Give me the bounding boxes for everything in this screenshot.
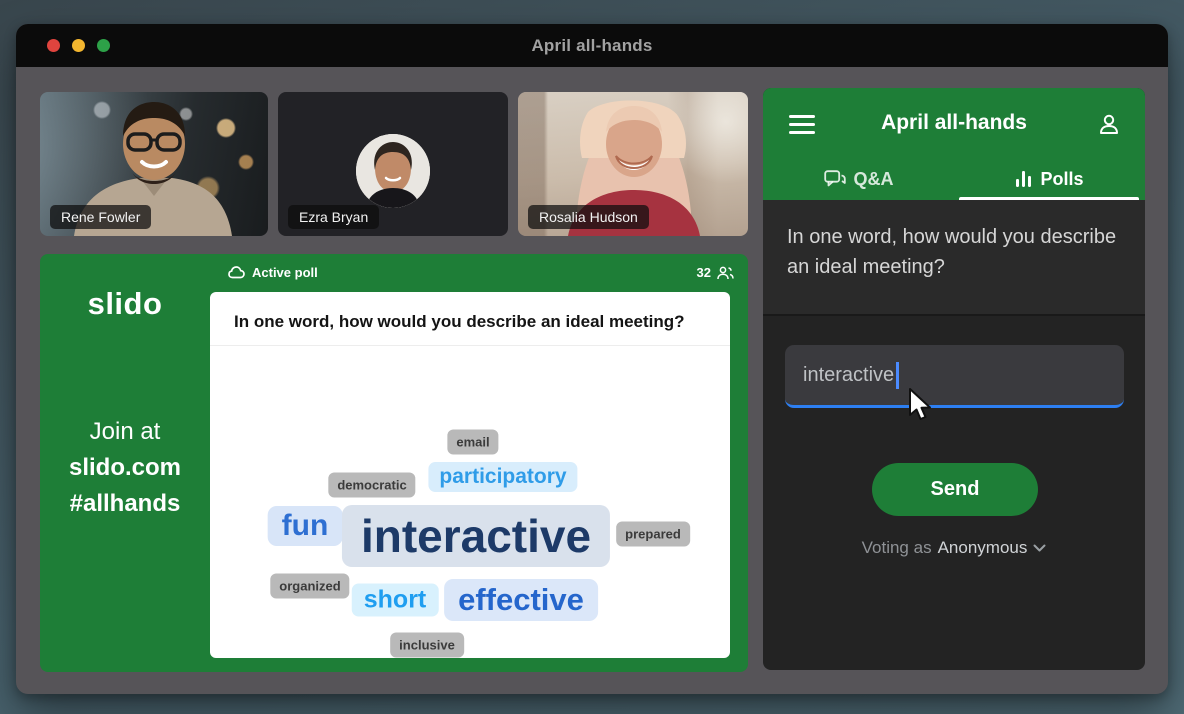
close-window-button[interactable] — [47, 39, 60, 52]
join-url: slido.com — [40, 450, 210, 486]
video-tile-rene[interactable]: Rene Fowler — [40, 92, 268, 236]
active-poll-label: Active poll — [252, 265, 318, 280]
tab-qa-label: Q&A — [854, 169, 894, 190]
join-line: Join at — [40, 414, 210, 450]
tab-polls-label: Polls — [1040, 169, 1083, 190]
send-button[interactable]: Send — [872, 463, 1038, 516]
join-hashtag: #allhands — [40, 486, 210, 522]
sidebar-tabs: Q&A Polls — [763, 158, 1145, 200]
sidebar-poll-question: In one word, how would you describe an i… — [763, 200, 1145, 316]
tab-polls[interactable]: Polls — [954, 158, 1145, 200]
answer-input-value: interactive — [803, 364, 894, 387]
word-cloud-item: inclusive — [390, 633, 464, 658]
bar-chart-icon — [1015, 170, 1032, 188]
menu-icon[interactable] — [789, 115, 815, 139]
voting-as-dropdown[interactable]: Voting as Anonymous — [763, 538, 1145, 558]
active-poll-status: Active poll — [228, 265, 318, 280]
slido-participant-sidebar: April all-hands Q&A — [763, 88, 1145, 670]
audience-count: 32 — [697, 265, 734, 280]
account-icon[interactable] — [1097, 112, 1121, 141]
app-window: April all-hands Rene Fowler — [16, 24, 1168, 694]
video-tile-ezra[interactable]: Ezra Bryan — [278, 92, 508, 236]
chevron-down-icon — [1033, 544, 1046, 552]
poll-question: In one word, how would you describe an i… — [210, 292, 730, 346]
participant-name-label: Rene Fowler — [50, 205, 151, 229]
word-cloud: email participatory democratic fun inter… — [210, 346, 730, 658]
voting-as-prefix: Voting as — [862, 538, 932, 558]
maximize-window-button[interactable] — [97, 39, 110, 52]
chat-bubbles-icon — [824, 170, 846, 189]
join-instructions: Join at slido.com #allhands — [40, 414, 210, 522]
text-caret — [896, 362, 899, 389]
window-titlebar[interactable]: April all-hands — [16, 24, 1168, 67]
traffic-lights — [47, 39, 110, 52]
sidebar-header: April all-hands — [763, 88, 1145, 158]
word-cloud-item: democratic — [328, 473, 415, 498]
participant-name-label: Ezra Bryan — [288, 205, 379, 229]
word-cloud-item: participatory — [428, 462, 577, 492]
slido-logo: slido — [40, 286, 210, 322]
word-cloud-item: effective — [444, 579, 598, 621]
word-cloud-item: organized — [270, 574, 349, 599]
window-title: April all-hands — [531, 36, 652, 56]
avatar-portrait — [356, 134, 430, 208]
word-cloud-item: email — [447, 430, 498, 455]
word-cloud-item: fun — [268, 506, 343, 546]
video-tile-rosalia[interactable]: Rosalia Hudson — [518, 92, 748, 236]
word-cloud-item: prepared — [616, 522, 690, 547]
sidebar-event-title: April all-hands — [881, 111, 1027, 135]
participant-name-label: Rosalia Hudson — [528, 205, 649, 229]
word-cloud-item: interactive — [342, 505, 610, 567]
people-icon — [717, 266, 734, 280]
cloud-icon — [228, 266, 245, 279]
answer-input[interactable]: interactive — [785, 345, 1124, 408]
word-cloud-item: short — [352, 584, 439, 617]
poll-results-card: In one word, how would you describe an i… — [210, 292, 730, 658]
voting-identity: Anonymous — [938, 538, 1028, 558]
slido-presentation-panel: Active poll 32 slido Join at slido.com #… — [40, 254, 748, 672]
minimize-window-button[interactable] — [72, 39, 85, 52]
tab-qa[interactable]: Q&A — [763, 158, 954, 200]
audience-count-value: 32 — [697, 265, 711, 280]
avatar — [356, 134, 430, 208]
